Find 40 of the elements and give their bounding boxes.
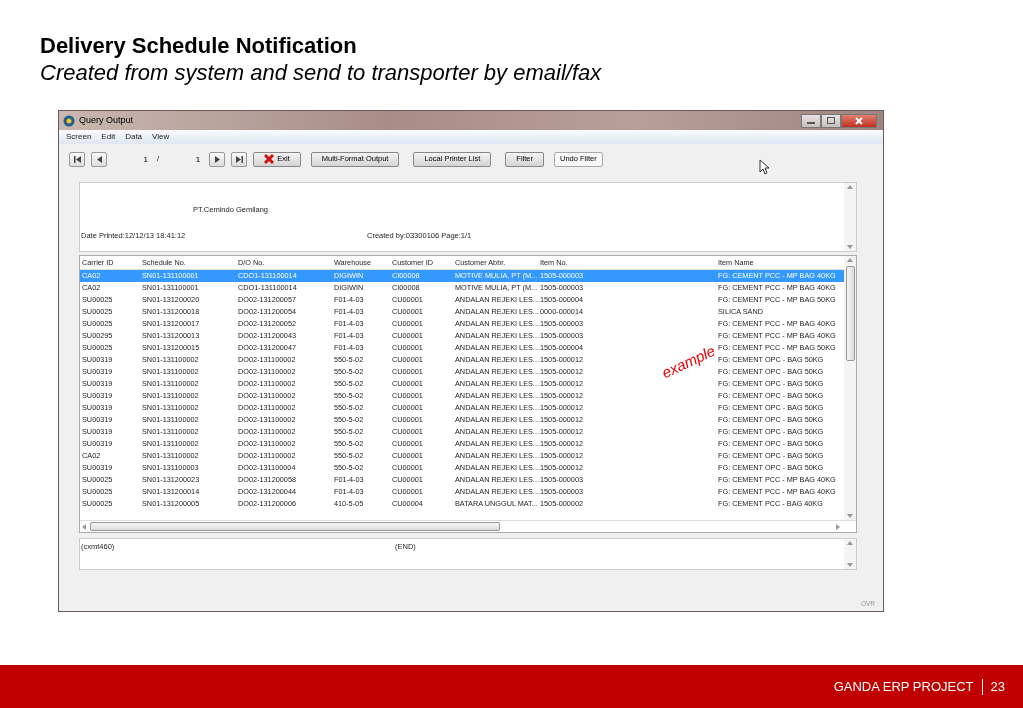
- vertical-scrollbar[interactable]: [844, 183, 856, 251]
- scroll-left-icon: [82, 523, 86, 530]
- menu-item[interactable]: View: [152, 131, 170, 143]
- page-number: 23: [990, 677, 1005, 696]
- close-icon: [264, 154, 275, 164]
- menu-item[interactable]: Edit: [101, 131, 116, 143]
- separator-text: /: [157, 153, 160, 165]
- vertical-scrollbar[interactable]: [844, 539, 856, 569]
- next-icon: [213, 155, 221, 163]
- slide-subtitle: Created from system and send to transporter by email/fax: [40, 60, 603, 86]
- scroll-up-icon: [847, 185, 853, 189]
- maximize-icon: [827, 117, 835, 124]
- last-page-icon: [235, 155, 243, 163]
- maximize-button[interactable]: [821, 113, 841, 128]
- scrollbar-thumb[interactable]: [90, 522, 500, 531]
- app-icon: [63, 114, 75, 127]
- previous-icon: [95, 155, 103, 163]
- previous-button[interactable]: [91, 151, 107, 167]
- mouse-pointer-icon: [759, 159, 770, 175]
- first-page-icon: [73, 155, 81, 163]
- menu-item[interactable]: Screen: [66, 131, 92, 143]
- next-button[interactable]: [209, 151, 226, 167]
- first-page-button[interactable]: [69, 151, 85, 167]
- window-title: Query Output: [79, 113, 134, 127]
- scroll-up-icon: [847, 258, 853, 262]
- minimize-button[interactable]: [801, 113, 821, 128]
- close-button[interactable]: [841, 113, 877, 128]
- scroll-right-icon: [836, 523, 840, 530]
- slide-title: Delivery Schedule Notification: [40, 33, 358, 59]
- close-icon: [855, 116, 863, 125]
- scroll-down-icon: [847, 514, 853, 518]
- last-page-button[interactable]: [231, 151, 248, 167]
- scroll-down-icon: [847, 245, 853, 249]
- menu-item[interactable]: Data: [125, 131, 143, 143]
- scroll-up-icon: [847, 541, 853, 545]
- horizontal-scrollbar[interactable]: [80, 520, 856, 532]
- scrollbar-thumb[interactable]: [845, 266, 855, 361]
- scroll-down-icon: [847, 563, 853, 567]
- vertical-scrollbar[interactable]: [844, 256, 856, 520]
- project-name: GANDA ERP PROJECT: [833, 677, 974, 696]
